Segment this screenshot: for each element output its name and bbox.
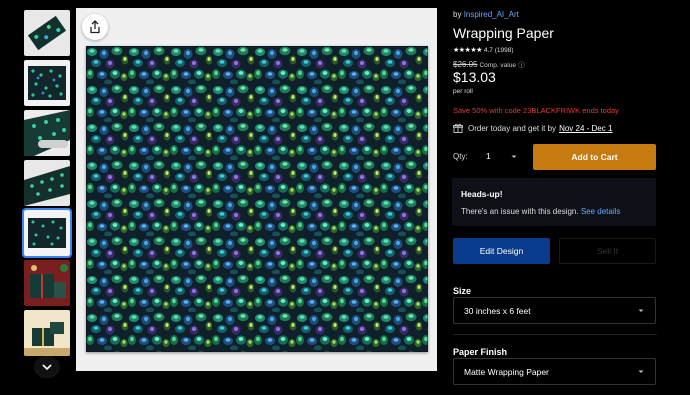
notice-message-line: There's an issue with this design. See d… (461, 207, 647, 216)
info-icon[interactable]: ⓘ (518, 62, 525, 69)
edit-design-button[interactable]: Edit Design (453, 238, 550, 264)
chevron-down-icon (637, 307, 645, 315)
see-details-link[interactable]: See details (581, 207, 621, 216)
product-title: Wrapping Paper (453, 25, 554, 41)
price-unit: per roll (453, 88, 473, 95)
product-details-panel: by Inspired_AI_Art Wrapping Paper ★★★★★ … (452, 0, 657, 395)
original-price-line: $26.05 Comp. value ⓘ (453, 59, 525, 69)
size-select[interactable]: 30 inches x 6 feet (453, 297, 656, 324)
original-price: $26.05 (453, 60, 478, 69)
star-rating-icon: ★★★★★ (453, 47, 482, 54)
quantity-label: Qty: (453, 152, 468, 161)
thumbnail-6[interactable] (24, 260, 70, 306)
author-link[interactable]: Inspired_AI_Art (464, 10, 519, 19)
thumbnail-4[interactable] (24, 160, 70, 206)
author-line: by Inspired_AI_Art (453, 10, 519, 19)
heads-up-notice: Heads-up! There's an issue with this des… (452, 178, 656, 226)
by-label: by (453, 10, 462, 19)
rating[interactable]: ★★★★★ 4.7 (1998) (453, 46, 514, 55)
thumbnail-strip (22, 8, 72, 395)
paper-finish-select[interactable]: Matte Wrapping Paper (453, 358, 656, 385)
add-to-cart-button[interactable]: Add to Cart (533, 144, 656, 170)
thumbnail-scroll-down-button[interactable] (34, 356, 60, 378)
notice-message: There's an issue with this design. (461, 207, 579, 216)
share-button[interactable] (82, 14, 108, 40)
chevron-down-icon (637, 368, 645, 376)
wrapping-paper-pattern (86, 46, 428, 352)
quantity-value: 1 (486, 151, 491, 161)
delivery-text: Order today and get it by (468, 123, 557, 133)
thumbnail-5-selected[interactable] (22, 208, 72, 258)
notice-heading: Heads-up! (461, 189, 503, 199)
delivery-estimate: Order today and get it by Nov 24 - Dec 1 (453, 123, 612, 133)
share-icon (88, 20, 102, 34)
rating-value: 4.7 (483, 46, 493, 54)
thumbnail-2[interactable] (24, 60, 70, 106)
size-label: Size (453, 286, 472, 296)
chevron-down-icon (510, 153, 518, 161)
promo-message: Save 50% with code 23BLACKFRIWK ends tod… (453, 106, 619, 115)
size-value: 30 inches x 6 feet (464, 305, 531, 316)
thumbnail-7[interactable] (24, 310, 70, 356)
delivery-dates-link[interactable]: Nov 24 - Dec 1 (559, 124, 612, 133)
chevron-down-icon (41, 361, 53, 373)
rating-count: (1998) (494, 46, 514, 54)
section-divider (453, 334, 657, 335)
paper-finish-value: Matte Wrapping Paper (464, 366, 549, 377)
price: $13.03 (453, 69, 496, 85)
thumbnail-3[interactable] (24, 110, 70, 156)
comp-value-label: Comp. value (479, 62, 516, 69)
thumbnail-1[interactable] (24, 10, 70, 56)
quantity-select[interactable]: 1 (475, 143, 525, 169)
paper-finish-label: Paper Finish (453, 347, 508, 357)
main-product-image (76, 8, 437, 371)
gift-icon (453, 123, 468, 133)
sell-it-button[interactable]: Sell It (559, 238, 656, 264)
